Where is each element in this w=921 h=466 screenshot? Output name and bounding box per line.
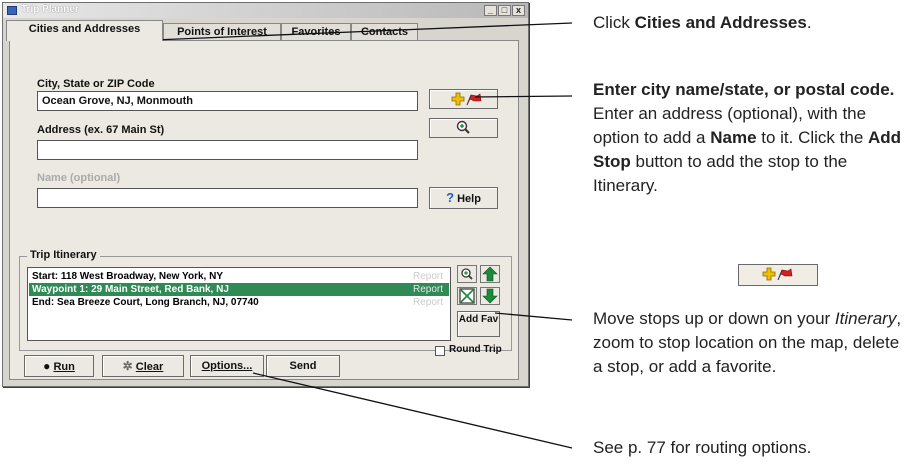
annotation-itinerary: Move stops up or down on your Itinerary,… <box>593 309 902 376</box>
annotation-options: See p. 77 for routing options. <box>593 438 812 457</box>
add-stop-button-sample <box>738 264 818 286</box>
tab-cities-and-addresses[interactable]: Cities and Addresses <box>6 20 163 41</box>
callout-line-tab <box>153 22 573 41</box>
callout-line-options <box>252 372 573 449</box>
annotation-city: Enter city name/state, or postal code. E… <box>593 80 902 195</box>
annotation-tabs: Click Cities and Addresses. <box>593 13 812 32</box>
callout-line-itinerary <box>494 312 573 321</box>
callout-line-city <box>474 95 573 98</box>
add-stop-icon <box>762 267 793 281</box>
callout-lines <box>153 22 573 449</box>
